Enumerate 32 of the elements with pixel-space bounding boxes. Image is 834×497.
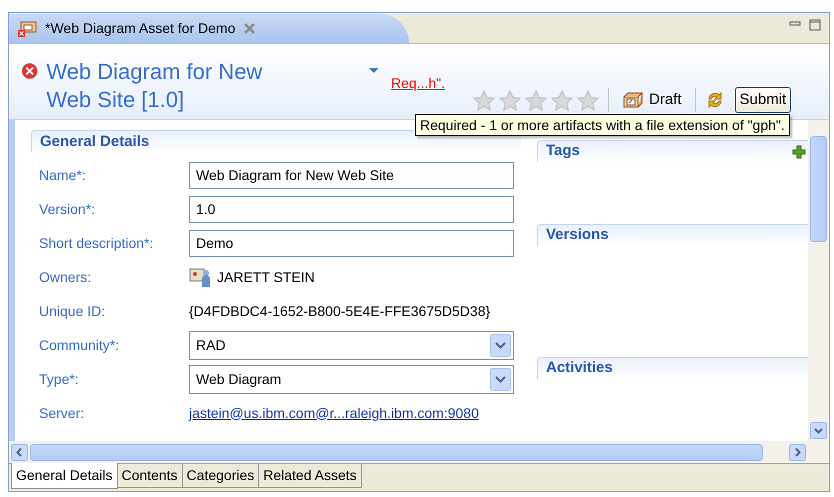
- tooltip: Required - 1 or more artifacts with a file extension of "gph".: [415, 114, 790, 136]
- editor-tab[interactable]: *Web Diagram Asset for Demo: [9, 14, 409, 43]
- field-value: {D4FDBDC4-1652-B800-5E4E-FFE3675D5D38}: [189, 302, 490, 321]
- owner-name: JARETT STEIN: [217, 268, 315, 286]
- dropdown[interactable]: Web Diagram: [189, 364, 514, 394]
- bottom-tab[interactable]: General Details: [11, 463, 118, 489]
- field-label: Name*:: [39, 166, 87, 184]
- dropdown[interactable]: RAD: [189, 330, 514, 360]
- section-header: Activities: [546, 358, 613, 378]
- bottom-tab[interactable]: Categories: [182, 464, 260, 488]
- bottom-tab[interactable]: Related Assets: [259, 464, 362, 488]
- submit-button[interactable]: Submit: [734, 87, 792, 113]
- field-label: Owners:: [39, 268, 92, 286]
- text-field[interactable]: Demo: [189, 230, 514, 256]
- field-label: Short description*:: [39, 234, 154, 253]
- field-label: Version*:: [39, 200, 96, 218]
- field-label: Server:: [39, 404, 86, 422]
- text-field[interactable]: 1.0: [189, 196, 514, 222]
- field-label: Type*:: [39, 370, 80, 389]
- section-header: Versions: [546, 225, 609, 246]
- text-field[interactable]: Web Diagram for New Web Site: [189, 162, 514, 188]
- field-label: Unique ID:: [39, 302, 106, 321]
- dropdown-value: RAD: [196, 336, 226, 354]
- bottom-tab[interactable]: Contents: [118, 464, 183, 488]
- dropdown-value: Web Diagram: [196, 370, 282, 389]
- field-label: Community*:: [39, 336, 120, 355]
- requirement-link[interactable]: Req...h".: [391, 73, 445, 91]
- server-link[interactable]: jastein@us.ibm.com@r...raleigh.ibm.com:9080: [189, 402, 479, 424]
- asset-title: Web Diagram for New Web Site [1.0]: [46, 58, 264, 114]
- draft-button[interactable]: Draft: [618, 88, 686, 112]
- section-header: Tags: [546, 141, 580, 162]
- tab-title: *Web Diagram Asset for Demo: [45, 19, 236, 38]
